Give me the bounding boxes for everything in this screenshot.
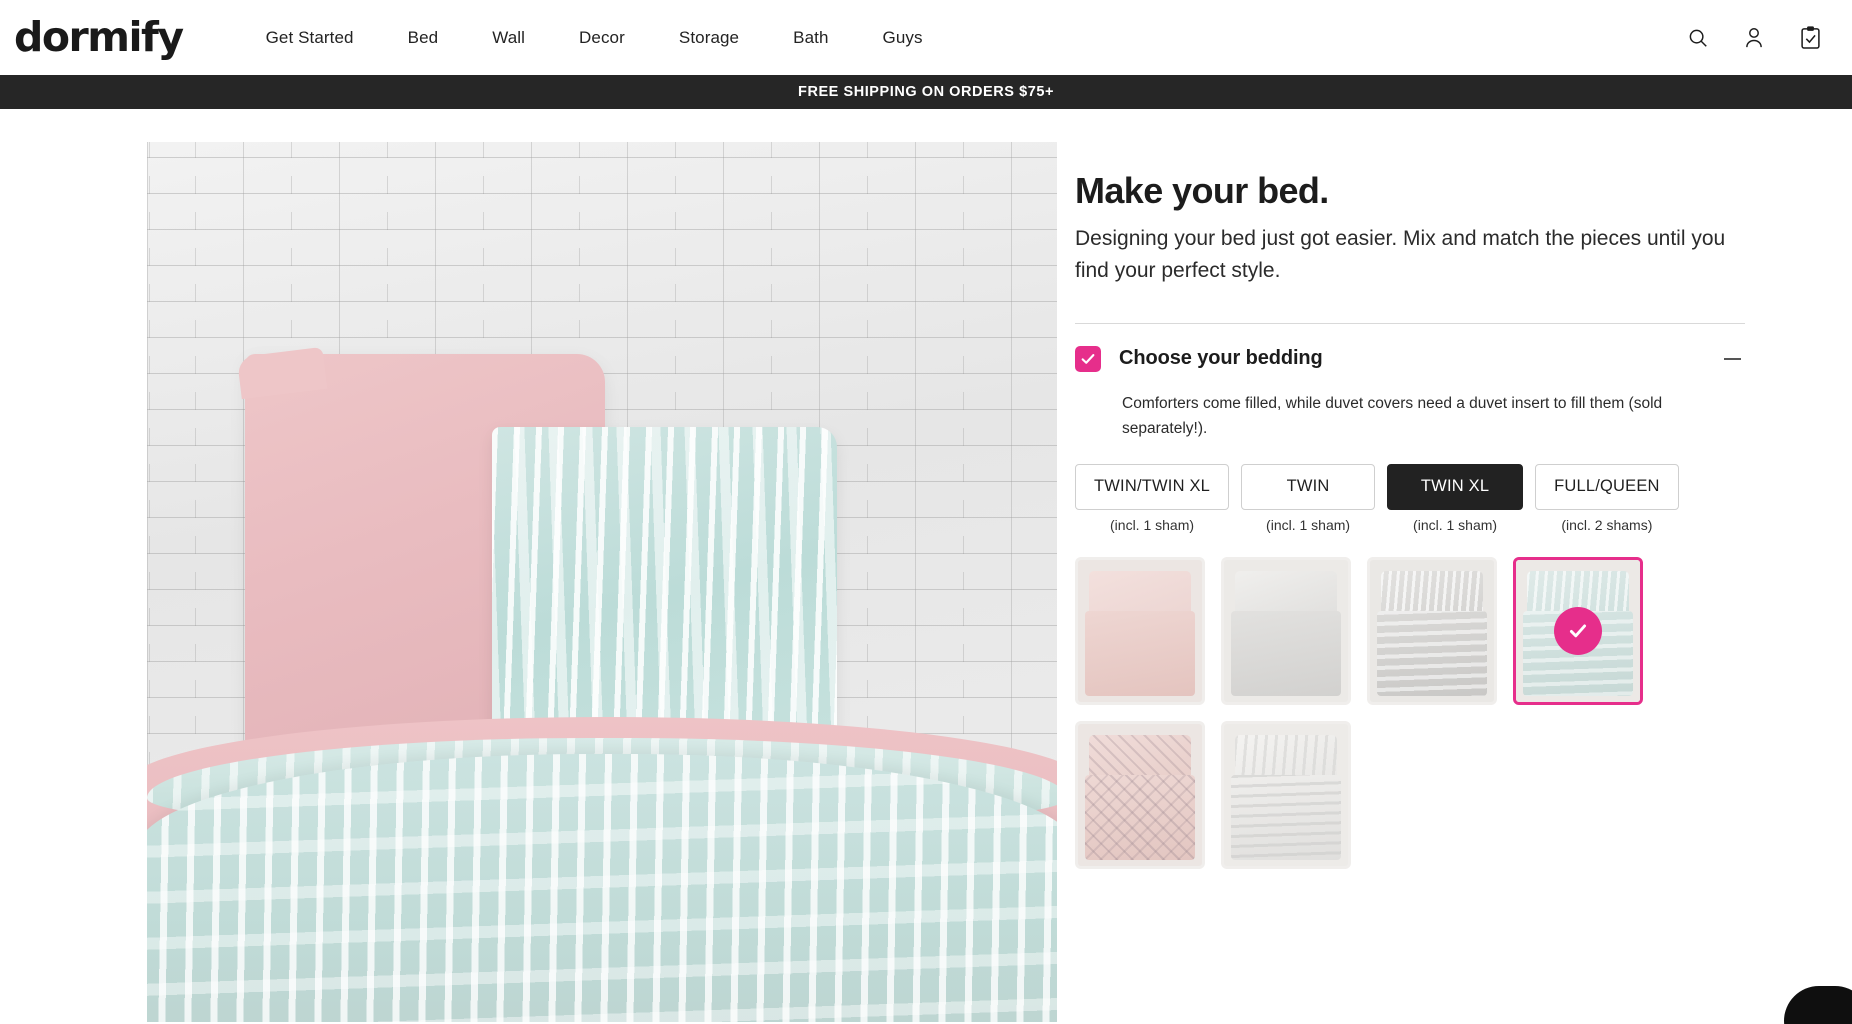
- size-note: (incl. 1 sham): [1110, 516, 1195, 533]
- page-subtitle: Designing your bed just got easier. Mix …: [1075, 226, 1726, 283]
- nav-item-storage[interactable]: Storage: [652, 28, 766, 48]
- size-note: (incl. 2 shams): [1561, 516, 1653, 533]
- tiedye-pillow: [492, 427, 837, 762]
- configurator-panel: Make your bed. Designing your bed just g…: [1075, 171, 1745, 869]
- nav-item-guys[interactable]: Guys: [856, 28, 950, 48]
- announcement-bar: FREE SHIPPING ON ORDERS $75+: [0, 75, 1852, 109]
- bedding-section-header[interactable]: Choose your bedding: [1075, 324, 1745, 372]
- header-icon-group: [1686, 25, 1830, 51]
- size-option-twin-twin-xl: TWIN/TWIN XL (incl. 1 sham): [1075, 463, 1230, 533]
- product-thumbnail-grey-linen-duvet[interactable]: [1221, 556, 1351, 705]
- bedding-checkbox[interactable]: [1075, 345, 1101, 372]
- product-thumbnail-blush-linen-duvet[interactable]: [1075, 556, 1205, 705]
- account-icon[interactable]: [1742, 25, 1766, 51]
- nav-item-wall[interactable]: Wall: [465, 28, 552, 48]
- size-button[interactable]: FULL/QUEEN: [1535, 463, 1679, 510]
- bedding-section-title: Choose your bedding: [1119, 347, 1323, 370]
- size-note: (incl. 1 sham): [1413, 516, 1498, 533]
- search-icon[interactable]: [1686, 25, 1710, 51]
- product-thumbnail-grid: [1075, 556, 1645, 869]
- product-thumbnail-aqua-tiedye-duvet[interactable]: [1513, 556, 1643, 705]
- nav-item-bed[interactable]: Bed: [381, 28, 466, 48]
- configurator-column: Make your bed. Designing your bed just g…: [1075, 109, 1852, 1024]
- product-thumbnail-white-ruched-duvet[interactable]: [1221, 720, 1351, 869]
- minus-icon[interactable]: [1719, 346, 1745, 372]
- product-thumbnail-grey-textured-duvet[interactable]: [1367, 556, 1497, 705]
- size-button[interactable]: TWIN: [1241, 463, 1376, 510]
- size-button[interactable]: TWIN/TWIN XL: [1075, 463, 1230, 510]
- hero-column: [0, 109, 1075, 1024]
- product-thumbnail-blush-medallion-duvet[interactable]: [1075, 720, 1205, 869]
- size-selector: TWIN/TWIN XL (incl. 1 sham) TWIN (incl. …: [1075, 463, 1745, 533]
- size-button[interactable]: TWIN XL: [1387, 463, 1524, 510]
- nav-item-decor[interactable]: Decor: [552, 28, 652, 48]
- selected-check-badge: [1554, 606, 1602, 655]
- announcement-text: FREE SHIPPING ON ORDERS $75+: [798, 84, 1054, 100]
- main-navigation: Get Started Bed Wall Decor Storage Bath …: [239, 28, 950, 48]
- site-header: dormify Get Started Bed Wall Decor Stora…: [0, 0, 1852, 75]
- size-option-twin-xl: TWIN XL (incl. 1 sham): [1387, 463, 1524, 533]
- nav-item-bath[interactable]: Bath: [766, 28, 855, 48]
- size-option-full-queen: FULL/QUEEN (incl. 2 shams): [1535, 463, 1679, 533]
- hero-product-image: [147, 142, 1057, 1022]
- page-body: Make your bed. Designing your bed just g…: [0, 109, 1852, 1024]
- size-note: (incl. 1 sham): [1266, 516, 1351, 533]
- bedding-helper-text: Comforters come filled, while duvet cove…: [1122, 394, 1663, 438]
- nav-item-get-started[interactable]: Get Started: [239, 28, 381, 48]
- brand-logo[interactable]: dormify: [14, 17, 184, 58]
- page-title: Make your bed.: [1075, 170, 1329, 211]
- checklist-icon[interactable]: [1798, 25, 1822, 51]
- size-option-twin: TWIN (incl. 1 sham): [1241, 463, 1376, 533]
- tiedye-duvet: [147, 754, 1057, 1022]
